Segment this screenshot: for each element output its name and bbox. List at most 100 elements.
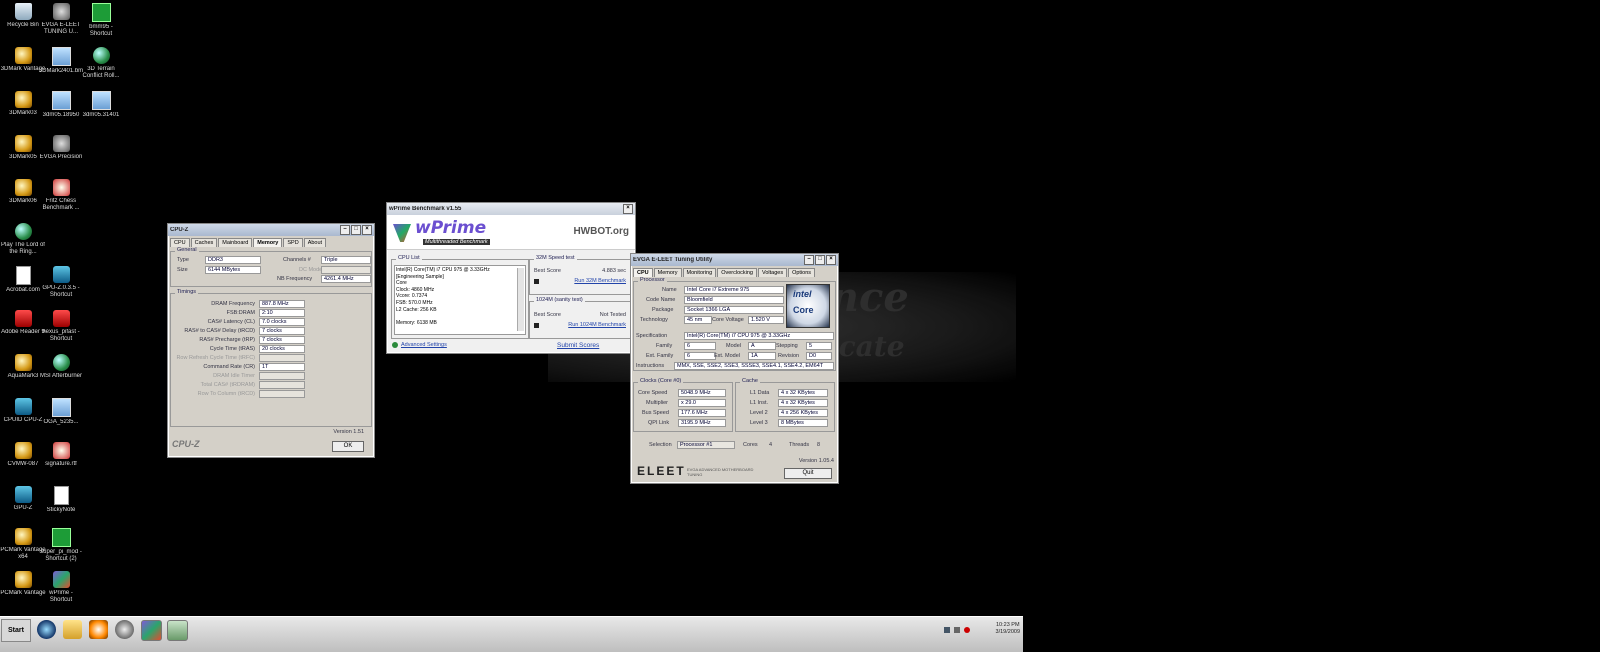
tab-voltages[interactable]: Voltages xyxy=(757,268,788,277)
tab-memory[interactable]: Memory xyxy=(253,238,283,247)
technology-label: Technology xyxy=(640,317,668,323)
speed-32m-legend: 32M Speed test xyxy=(534,255,577,261)
maximize-icon[interactable]: □ xyxy=(351,225,361,235)
name-label: Name xyxy=(662,287,677,293)
desktop-icon[interactable]: 3D Terrain Conflict Roll... xyxy=(78,47,124,80)
core-voltage-value: 1.520 V xyxy=(748,316,784,324)
cpuz-titlebar[interactable]: CPU-Z – □ × xyxy=(168,224,374,236)
tab-caches[interactable]: Caches xyxy=(190,238,218,247)
minimize-icon[interactable]: – xyxy=(804,255,814,265)
desktop-icon[interactable]: StickyNote xyxy=(38,486,84,514)
wprime-titlebar[interactable]: wPrime Benchmark v1.55 × xyxy=(387,203,635,215)
tab-mainboard[interactable]: Mainboard xyxy=(218,238,253,247)
cpuz-general-legend: General xyxy=(175,247,199,253)
instructions-label: Instructions xyxy=(636,363,665,369)
code-name-label: Code Name xyxy=(646,297,676,303)
run-1024m-button[interactable]: Run 1024M Benchmark xyxy=(568,322,626,328)
desktop-icon-label: signature.rtf xyxy=(45,461,77,467)
revision-value: D0 xyxy=(806,352,832,360)
instructions-value: MMX, SSE, SSE2, SSE3, SSSE3, SSE4.1, SSE… xyxy=(674,362,834,370)
close-icon[interactable]: × xyxy=(362,225,372,235)
size-value: 6144 MBytes xyxy=(205,266,261,274)
desktop-icon-label: OGA_5235... xyxy=(43,419,79,425)
nb-frequency-label: NB Frequency xyxy=(277,276,313,282)
desktop-icon-label: GPU-Z.0.3.5 - Shortcut xyxy=(42,285,80,298)
specification-value: Intel(R) Core(TM) i7 CPU 975 @ 3.33GHz xyxy=(684,332,834,340)
eleet-window[interactable]: EVGA E-LEET Tuning Utility – □ × CPU Mem… xyxy=(630,253,839,484)
tab-monitoring[interactable]: Monitoring xyxy=(682,268,717,277)
intel-core-badge: intel Core xyxy=(786,284,830,328)
eleet-version: Version 1.05.4 xyxy=(798,458,834,464)
wprime-taskbar-icon[interactable] xyxy=(141,620,162,641)
save-icon[interactable] xyxy=(534,323,539,328)
desktop-icon[interactable]: 3dm05.31401 xyxy=(78,91,124,119)
eleet-tabs: CPU Memory Monitoring Overclocking Volta… xyxy=(631,266,838,277)
tab-cpu[interactable]: CPU xyxy=(170,238,190,247)
bin-icon xyxy=(14,3,32,20)
green-icon xyxy=(91,3,111,22)
wprime-window[interactable]: wPrime Benchmark v1.55 × wPrime Multithr… xyxy=(386,202,636,354)
desktop-icon[interactable]: Fritz Chess Benchmark ... xyxy=(38,179,84,212)
chip-icon xyxy=(14,398,32,415)
timing-row: DRAM Frequency 887.8 MHz xyxy=(173,300,369,308)
volume-icon[interactable] xyxy=(954,627,960,633)
desktop-icon[interactable]: bmm95 - Shortcut xyxy=(78,3,124,38)
desktop-icon-label: StickyNote xyxy=(46,507,76,513)
close-icon[interactable]: × xyxy=(623,204,633,214)
save-icon[interactable] xyxy=(534,279,539,284)
eleet-titlebar[interactable]: EVGA E-LEET Tuning Utility – □ × xyxy=(631,254,838,266)
desktop-icon[interactable]: Play The Lord of the Ring... xyxy=(0,223,46,256)
clock[interactable]: 10:23 PM 3/19/2009 xyxy=(996,622,1020,636)
start-button[interactable]: Start xyxy=(1,619,31,642)
img-icon xyxy=(51,47,71,66)
speed-32m-score-value: 4.883 sec xyxy=(602,268,626,274)
desktop-icon[interactable]: super_pi_mod - Shortcut (2) xyxy=(38,528,84,563)
evga-icon[interactable] xyxy=(115,620,134,639)
tab-memory[interactable]: Memory xyxy=(653,268,682,277)
alert-icon[interactable] xyxy=(964,627,970,633)
model-value: A xyxy=(748,342,776,350)
close-icon[interactable]: × xyxy=(826,255,836,265)
desktop-icon[interactable]: hexus_pifast - Shortcut xyxy=(38,310,84,343)
desktop-icon[interactable]: MSI Afterburner xyxy=(38,354,84,380)
desktop-icon-label: Fritz Chess Benchmark ... xyxy=(42,198,80,211)
timing-value xyxy=(259,390,305,398)
settings-icon[interactable] xyxy=(392,342,398,348)
tab-options[interactable]: Options xyxy=(788,268,816,277)
bus-speed-label: Bus Speed xyxy=(642,410,669,416)
advanced-settings-link[interactable]: Advanced Settings xyxy=(401,342,447,348)
cpu-list-scrollbar[interactable] xyxy=(517,268,524,331)
clock-time: 10:23 PM xyxy=(995,622,1020,628)
tab-about[interactable]: About xyxy=(303,238,327,247)
media-player-icon[interactable] xyxy=(89,620,108,639)
run-32m-button[interactable]: Run 32M Benchmark xyxy=(574,278,626,284)
wprime-icon xyxy=(52,571,70,588)
tab-spd[interactable]: SPD xyxy=(283,238,303,247)
quit-button[interactable]: Quit xyxy=(784,468,832,479)
selection-dropdown[interactable]: Processor #1 xyxy=(677,441,735,449)
cpuz-window[interactable]: CPU-Z – □ × CPU Caches Mainboard Memory … xyxy=(167,223,375,458)
timing-row: Row To Column (tRCD) xyxy=(173,390,369,398)
folder-icon[interactable] xyxy=(63,620,82,639)
desktop-icon[interactable]: OGA_5235... xyxy=(38,398,84,426)
desktop-icon[interactable]: signature.rtf xyxy=(38,442,84,468)
shortcut-icon xyxy=(14,47,32,64)
desktop-icon[interactable]: EVGA Precision xyxy=(38,135,84,161)
package-label: Package xyxy=(652,307,674,313)
chip-icon xyxy=(52,266,70,283)
tab-cpu[interactable]: CPU xyxy=(633,268,653,277)
desktop-icon[interactable]: wPrime - Shortcut xyxy=(38,571,84,604)
network-icon[interactable] xyxy=(944,627,950,633)
level-3-label: Level 3 xyxy=(750,420,768,426)
submit-scores-link[interactable]: Submit Scores xyxy=(557,342,599,349)
ok-button[interactable]: OK xyxy=(332,441,364,452)
tab-overclocking[interactable]: Overclocking xyxy=(717,268,757,277)
core-voltage-label: Core Voltage xyxy=(712,317,744,323)
img-icon xyxy=(91,91,111,110)
minimize-icon[interactable]: – xyxy=(340,225,350,235)
ie-icon[interactable] xyxy=(37,620,56,639)
maximize-icon[interactable]: □ xyxy=(815,255,825,265)
processor-panel: Processor Name Intel Core i7 Extreme 975… xyxy=(633,277,836,371)
desktop-icon[interactable]: GPU-Z.0.3.5 - Shortcut xyxy=(38,266,84,299)
cpuz-taskbar-icon[interactable] xyxy=(167,620,188,641)
